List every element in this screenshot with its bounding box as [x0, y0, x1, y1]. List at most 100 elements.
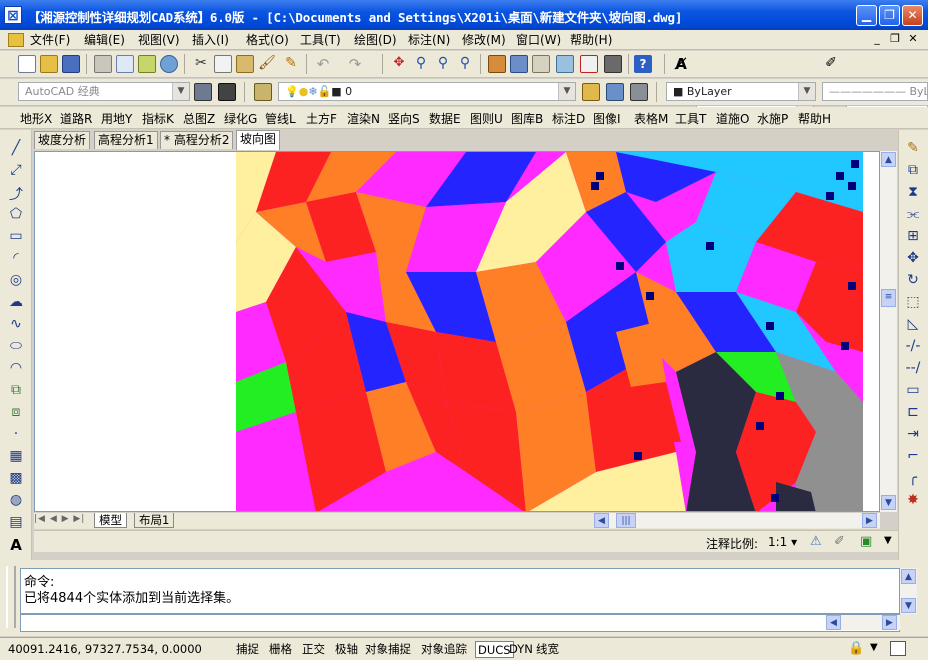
arc-icon[interactable]: ◜	[6, 250, 26, 268]
fillet-icon[interactable]: ╭	[903, 470, 923, 488]
move-icon[interactable]: ✥	[903, 250, 923, 268]
minimize-button[interactable]: ▁	[856, 5, 877, 26]
properties-icon[interactable]	[488, 55, 506, 73]
cmd-landuse[interactable]: 用地Y	[101, 111, 132, 127]
cmd-road[interactable]: 道路R	[60, 111, 92, 127]
cmd-data[interactable]: 数据E	[429, 111, 461, 127]
menu-edit[interactable]: 编辑(E)	[84, 32, 125, 48]
region-icon[interactable]: ◍	[6, 492, 26, 510]
hatch-icon[interactable]: ▦	[6, 448, 26, 466]
toolbar-lock-icon[interactable]: ▣	[860, 534, 878, 550]
horizontal-scroll-thumb[interactable]: |||	[616, 513, 636, 528]
point-icon[interactable]: ·	[6, 426, 26, 444]
status-menu-arrow[interactable]: ▼	[884, 535, 892, 546]
polyline-icon[interactable]: ⤴	[6, 184, 26, 203]
tab-slope-analysis[interactable]: 坡度分析	[34, 131, 91, 149]
cmd-vertical[interactable]: 竖向S	[388, 111, 420, 127]
break-at-point-icon[interactable]: ▭	[903, 382, 923, 400]
drawing-canvas[interactable]	[34, 151, 880, 512]
cmd-table[interactable]: 表格M	[634, 111, 668, 127]
command-scroll-right-button[interactable]: ▶	[882, 615, 897, 630]
markup-icon[interactable]	[580, 55, 598, 73]
cmd-render[interactable]: 渲染N	[347, 111, 380, 127]
command-history[interactable]: 命令: 已将4844个实体添加到当前选择集。	[20, 568, 900, 614]
match-properties-icon[interactable]: 🖌	[258, 55, 276, 73]
clean-screen-icon[interactable]	[890, 641, 906, 656]
extend-icon[interactable]: --/	[903, 360, 923, 378]
cmd-pipeline[interactable]: 管线L	[265, 111, 296, 127]
insert-block-icon[interactable]: ⧉	[6, 382, 26, 400]
paste-icon[interactable]	[236, 55, 254, 73]
my-workspace-icon[interactable]	[218, 83, 236, 101]
horizontal-scrollbar[interactable]: ◀ ||| ▶	[594, 513, 880, 528]
cmd-road-construction[interactable]: 道施O	[716, 111, 749, 127]
doc-close-button[interactable]: ✕	[906, 32, 920, 46]
construction-line-icon[interactable]: ⤢	[6, 162, 26, 180]
array-icon[interactable]: ⊞	[903, 228, 923, 246]
break-icon[interactable]: ⊏	[903, 404, 923, 422]
annotation-visibility-icon[interactable]: ⚠	[810, 534, 826, 550]
join-icon[interactable]: ⇥	[903, 426, 923, 444]
redo-icon[interactable]: ↷	[346, 55, 364, 73]
scale-icon[interactable]: ⬚	[903, 294, 923, 312]
cmd-master-plan[interactable]: 总图Z	[183, 111, 215, 127]
cmd-water-construction[interactable]: 水施P	[757, 111, 788, 127]
cmd-greening[interactable]: 绿化G	[224, 111, 257, 127]
rotate-icon[interactable]: ↻	[903, 272, 923, 290]
menu-modify[interactable]: 修改(M)	[462, 32, 506, 48]
command-input[interactable]	[20, 614, 900, 632]
polar-toggle[interactable]: 极轴	[333, 641, 360, 658]
menu-view[interactable]: 视图(V)	[138, 32, 180, 48]
line-icon[interactable]: ╱	[6, 140, 26, 158]
close-button[interactable]: ✕	[902, 5, 923, 26]
tab-aspect-map[interactable]: 坡向图	[236, 130, 281, 150]
annotation-scale-value[interactable]: 1:1 ▾	[768, 535, 797, 549]
scroll-down-button[interactable]: ▼	[881, 495, 896, 510]
cmd-help[interactable]: 帮助H	[798, 111, 831, 127]
doc-icon[interactable]	[8, 33, 24, 47]
ellipse-arc-icon[interactable]: ◠	[6, 360, 26, 378]
workspace-combo[interactable]: AutoCAD 经典 ▼	[18, 82, 190, 101]
command-grip[interactable]	[6, 566, 16, 628]
scroll-left-button[interactable]: ◀	[594, 513, 609, 528]
lineweight-toggle[interactable]: 线宽	[534, 641, 561, 658]
cmd-library[interactable]: 图库B	[511, 111, 543, 127]
save-icon[interactable]	[62, 55, 80, 73]
color-combo[interactable]: ■ ByLayer ▼	[666, 82, 816, 101]
zoom-window-icon[interactable]: ⚲	[434, 55, 452, 73]
command-scrollbar[interactable]: ▲ ▼	[900, 568, 917, 614]
menu-dimension[interactable]: 标注(N)	[408, 32, 450, 48]
ellipse-icon[interactable]: ⬭	[6, 338, 26, 356]
circle-icon[interactable]: ◎	[6, 272, 26, 290]
otrack-toggle[interactable]: 对象追踪	[419, 641, 469, 658]
trim-icon[interactable]: -/-	[903, 338, 923, 356]
print-icon[interactable]	[94, 55, 112, 73]
zoom-previous-icon[interactable]: ⚲	[456, 55, 474, 73]
cut-icon[interactable]: ✂	[192, 55, 210, 73]
mirror-icon[interactable]: ⧗	[903, 184, 923, 202]
pan-icon[interactable]: ✥	[390, 55, 408, 73]
cmd-image[interactable]: 图像I	[593, 111, 621, 127]
lock-icon[interactable]: 🔒	[848, 641, 866, 657]
workspace-settings-icon[interactable]	[194, 83, 212, 101]
menu-tools[interactable]: 工具(T)	[300, 32, 341, 48]
gradient-icon[interactable]: ▩	[6, 470, 26, 488]
publish-icon[interactable]	[138, 55, 156, 73]
stretch-icon[interactable]: ◺	[903, 316, 923, 334]
command-scroll-left-button[interactable]: ◀	[826, 615, 841, 630]
block-editor-icon[interactable]: ✎	[282, 55, 300, 73]
spline-icon[interactable]: ∿	[6, 316, 26, 334]
copy-object-icon[interactable]: ⧉	[903, 162, 923, 180]
cmd-terrain[interactable]: 地形X	[20, 111, 52, 127]
preview-icon[interactable]	[116, 55, 134, 73]
tool-palettes-icon[interactable]	[532, 55, 550, 73]
menu-insert[interactable]: 插入(I)	[192, 32, 229, 48]
coordinate-display[interactable]: 40091.2416, 97327.7534, 0.0000	[8, 642, 202, 656]
new-icon[interactable]	[18, 55, 36, 73]
doc-minimize-button[interactable]: _	[870, 32, 884, 46]
auto-scale-icon[interactable]: ✐	[834, 534, 850, 550]
polygon-icon[interactable]: ⬠	[6, 206, 26, 224]
chamfer-icon[interactable]: ⌐	[903, 448, 923, 466]
menu-draw[interactable]: 绘图(D)	[354, 32, 397, 48]
revision-cloud-icon[interactable]: ☁	[6, 294, 26, 312]
